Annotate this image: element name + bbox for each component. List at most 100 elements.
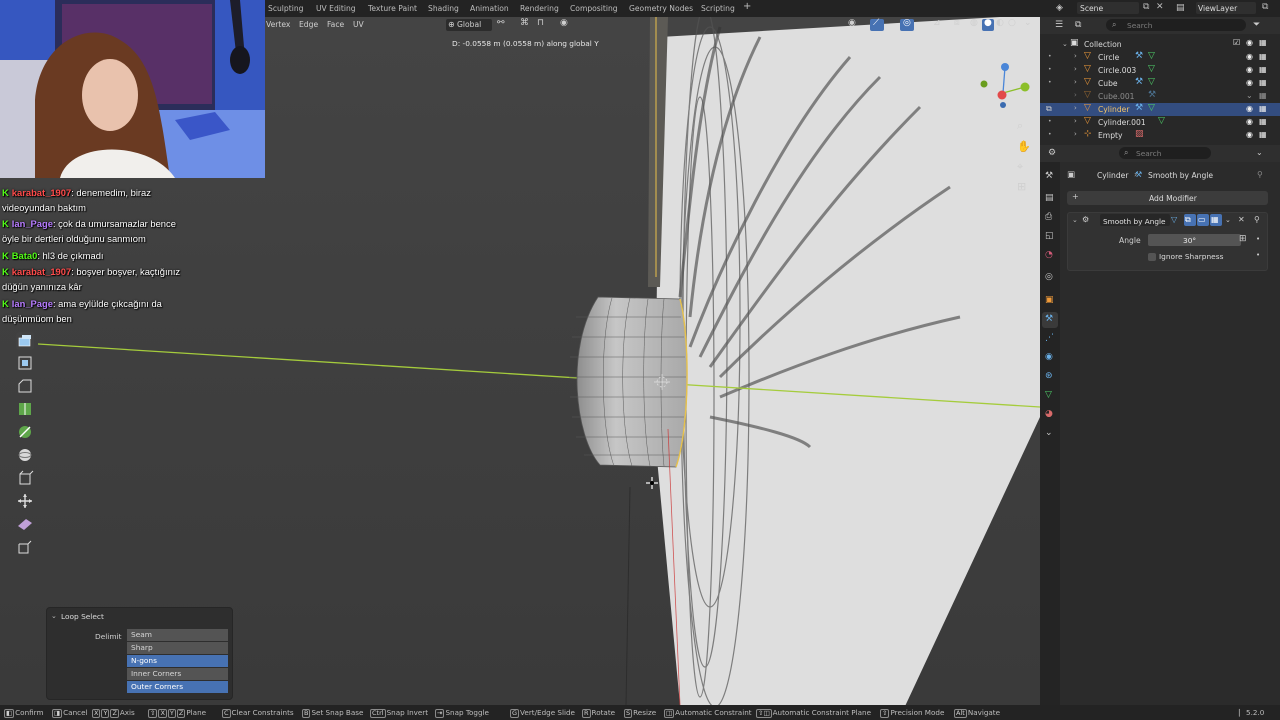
menu-uv[interactable]: UV	[353, 20, 364, 29]
filter-icon[interactable]: ⏷	[1253, 20, 1260, 30]
camera-icon[interactable]: ▦	[1259, 91, 1267, 100]
expand-arrow-icon[interactable]: ›	[1074, 52, 1077, 60]
display-mode-icon[interactable]: ⧉	[1075, 20, 1081, 30]
xray-icon[interactable]: ⧈	[954, 18, 960, 28]
expand-arrow-icon[interactable]: ›	[1074, 130, 1077, 138]
object-tab-icon[interactable]: ▣	[1045, 295, 1054, 305]
eye-closed-icon[interactable]: ⌄	[1246, 91, 1253, 100]
collapse-chevron-icon[interactable]: ⌄	[1072, 216, 1078, 224]
outliner-row-selected[interactable]: ⧉ › ▽ Cylinder ⚒ ▽ ◉ ▦	[1040, 103, 1280, 116]
proportional-edit-icon[interactable]: ◉	[560, 18, 568, 28]
loop-cut-tool[interactable]	[16, 400, 34, 418]
delimit-seam-toggle[interactable]: Seam	[127, 629, 228, 641]
world-tab-icon[interactable]: ◎	[1045, 272, 1053, 282]
tab-texture-paint[interactable]: Texture Paint	[368, 2, 417, 15]
outliner-row[interactable]: • › ▽ Cylinder.001 ▽ ◉ ▦	[1040, 116, 1280, 129]
shear-tool[interactable]	[16, 515, 34, 533]
eye-icon[interactable]: ◉	[1246, 104, 1253, 113]
tab-animation[interactable]: Animation	[470, 2, 509, 15]
pin-icon[interactable]: ⚲	[1254, 215, 1260, 224]
checkbox-icon[interactable]: ☑	[1233, 38, 1240, 47]
expand-arrow-icon[interactable]: ›	[1074, 91, 1077, 99]
inset-faces-tool[interactable]	[16, 354, 34, 372]
expand-arrow-icon[interactable]: ›	[1074, 78, 1077, 86]
mesh-edit-overlay-icon[interactable]: ⊿	[933, 18, 941, 28]
texture-tab-icon[interactable]: ⌄	[1045, 428, 1053, 438]
material-preview-icon[interactable]: ◐	[996, 18, 1004, 28]
eye-icon[interactable]: ◉	[1246, 52, 1253, 61]
edit-mode-toggle-icon[interactable]: ▽	[1171, 215, 1177, 224]
visibility-icon[interactable]: ◉	[848, 18, 856, 28]
delimit-inner-corners-toggle[interactable]: Inner Corners	[127, 668, 228, 680]
camera-icon[interactable]: ▦	[1259, 104, 1267, 113]
pivot-icon[interactable]: ⚯	[497, 18, 505, 28]
tab-uv-editing[interactable]: UV Editing	[316, 2, 356, 15]
view-layer-tab-icon[interactable]: ◱	[1045, 231, 1054, 241]
poly-build-tool[interactable]	[16, 446, 34, 464]
eye-icon[interactable]: ◉	[1246, 130, 1253, 139]
smooth-tool[interactable]	[16, 492, 34, 510]
collapse-chevron-icon[interactable]: ⌄	[51, 612, 57, 620]
tab-scripting[interactable]: Scripting	[701, 2, 735, 15]
spin-tool[interactable]	[16, 469, 34, 487]
new-view-layer-icon[interactable]: ⧉	[1262, 2, 1268, 12]
physics-tab-icon[interactable]: ◉	[1045, 352, 1053, 362]
expand-arrow-icon[interactable]: ›	[1074, 117, 1077, 125]
material-tab-icon[interactable]: ◕	[1045, 409, 1053, 419]
tool-tab-icon[interactable]: ⚒	[1045, 171, 1053, 181]
tab-geometry-nodes[interactable]: Geometry Nodes	[629, 2, 693, 15]
eye-icon[interactable]: ◉	[1246, 38, 1253, 47]
wireframe-shading-icon[interactable]: ◍	[970, 18, 978, 28]
expand-arrow-icon[interactable]: ›	[1074, 65, 1077, 73]
menu-edge[interactable]: Edge	[299, 20, 318, 29]
data-tab-icon[interactable]: ▽	[1045, 390, 1052, 400]
camera-icon[interactable]: ▦	[1259, 117, 1267, 126]
eye-icon[interactable]: ◉	[1246, 117, 1253, 126]
snap-target-icon[interactable]: ⊓	[537, 18, 544, 28]
outliner-row[interactable]: • › ▽ Circle.003 ▽ ◉ ▦	[1040, 64, 1280, 77]
keyframe-dot-icon[interactable]: •	[1256, 235, 1260, 243]
close-icon[interactable]: ✕	[1238, 215, 1245, 224]
editor-type-icon[interactable]: ⚙	[1048, 148, 1056, 158]
outliner-row[interactable]: • › ▽ Cube ⚒ ▽ ◉ ▦	[1040, 77, 1280, 90]
rendered-shading-icon[interactable]: ○	[1008, 18, 1016, 28]
tab-rendering[interactable]: Rendering	[520, 2, 559, 15]
output-tab-icon[interactable]: ⎙	[1045, 212, 1052, 222]
knife-tool[interactable]	[16, 423, 34, 441]
scene-tab-icon[interactable]: ◔	[1045, 250, 1053, 260]
add-workspace-button[interactable]: +	[743, 0, 751, 13]
delete-scene-icon[interactable]: ✕	[1156, 2, 1164, 12]
keyframe-dot-icon[interactable]: •	[1256, 251, 1260, 259]
delimit-ngons-toggle[interactable]: N-gons	[127, 655, 228, 667]
chevron-down-icon[interactable]: ⌄	[1225, 216, 1231, 224]
constraints-tab-icon[interactable]: ⊛	[1045, 371, 1053, 381]
outliner-row[interactable]: • › ⊹ Empty ▨ ◉ ▦	[1040, 129, 1280, 142]
camera-icon[interactable]: ▦	[1259, 52, 1267, 61]
expand-arrow-icon[interactable]: ›	[1074, 104, 1077, 112]
rip-region-tool[interactable]	[16, 538, 34, 556]
outliner-row[interactable]: • › ▽ Circle ⚒ ▽ ◉ ▦	[1040, 51, 1280, 64]
ignore-sharpness-checkbox[interactable]	[1148, 253, 1156, 261]
camera-icon[interactable]: ▦	[1259, 65, 1267, 74]
delimit-outer-corners-toggle[interactable]: Outer Corners	[127, 681, 228, 693]
eye-icon[interactable]: ◉	[1246, 78, 1253, 87]
eye-icon[interactable]: ◉	[1246, 65, 1253, 74]
properties-search-input[interactable]	[1119, 147, 1211, 159]
snap-icon[interactable]: ⌘	[520, 18, 529, 28]
tab-sculpting[interactable]: Sculpting	[268, 2, 303, 15]
chevron-down-icon[interactable]: ⌄	[1256, 148, 1263, 157]
delimit-sharp-toggle[interactable]: Sharp	[127, 642, 228, 654]
extrude-tool[interactable]	[16, 332, 34, 350]
camera-icon[interactable]: ▦	[1259, 38, 1267, 47]
menu-face[interactable]: Face	[327, 20, 344, 29]
menu-vertex[interactable]: Vertex	[266, 20, 290, 29]
add-modifier-button[interactable]: + Add Modifier	[1067, 191, 1268, 205]
editor-type-icon[interactable]: ☰	[1055, 20, 1063, 30]
shading-dropdown-icon[interactable]: ⌄	[1024, 18, 1032, 28]
outliner-row[interactable]: › ▽ Cube.001 ⚒ ⌄ ▦	[1040, 90, 1280, 103]
collection-label[interactable]: Collection	[1084, 40, 1122, 49]
node-socket-icon[interactable]: ⊞	[1239, 234, 1247, 244]
camera-icon[interactable]: ▦	[1259, 130, 1267, 139]
tab-compositing[interactable]: Compositing	[570, 2, 618, 15]
bevel-tool[interactable]	[16, 377, 34, 395]
